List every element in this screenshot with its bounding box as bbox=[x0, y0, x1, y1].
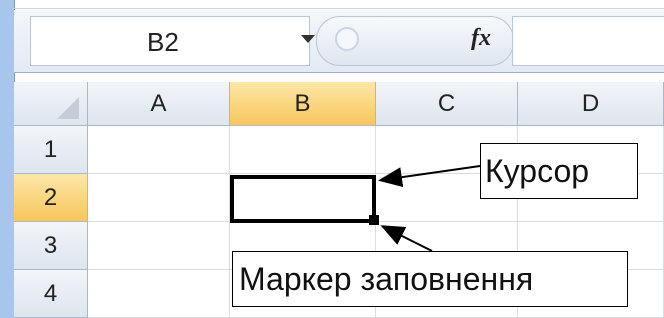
name-box-value: B2 bbox=[147, 27, 179, 57]
column-header-c[interactable]: C bbox=[376, 82, 518, 126]
select-all-button[interactable] bbox=[14, 82, 88, 126]
name-box[interactable]: B2 bbox=[30, 16, 315, 66]
formula-controls: fx bbox=[316, 16, 514, 66]
formula-input[interactable] bbox=[512, 16, 664, 66]
row-header-1[interactable]: 1 bbox=[14, 126, 88, 174]
toolbar-divider bbox=[14, 8, 664, 9]
cursor-callout: Курсор bbox=[480, 143, 638, 199]
column-header-b[interactable]: B bbox=[230, 82, 376, 126]
fill-handle[interactable] bbox=[369, 215, 379, 225]
formula-bar: B2 fx bbox=[14, 10, 664, 73]
cell-a4[interactable] bbox=[88, 270, 230, 318]
row-header-2[interactable]: 2 bbox=[14, 174, 88, 222]
cell-a1[interactable] bbox=[88, 126, 230, 174]
column-header-d[interactable]: D bbox=[518, 82, 664, 126]
row-header-4[interactable]: 4 bbox=[14, 270, 88, 318]
select-all-icon bbox=[57, 97, 79, 119]
spreadsheet-window: B2 fx A B C D 1 2 3 4 Курсор Маркер запо… bbox=[0, 0, 664, 318]
row-header-3[interactable]: 3 bbox=[14, 222, 88, 270]
fill-handle-callout: Маркер заповнення bbox=[232, 251, 628, 307]
cell-b1[interactable] bbox=[230, 126, 376, 174]
column-header-a[interactable]: A bbox=[88, 82, 230, 126]
cell-a2[interactable] bbox=[88, 174, 230, 222]
chevron-down-icon[interactable] bbox=[301, 35, 315, 43]
insert-function-button[interactable]: fx bbox=[471, 25, 491, 52]
window-edge bbox=[0, 0, 15, 318]
active-cell-cursor[interactable] bbox=[230, 175, 376, 223]
cancel-icon[interactable] bbox=[335, 27, 359, 51]
cell-a3[interactable] bbox=[88, 222, 230, 270]
